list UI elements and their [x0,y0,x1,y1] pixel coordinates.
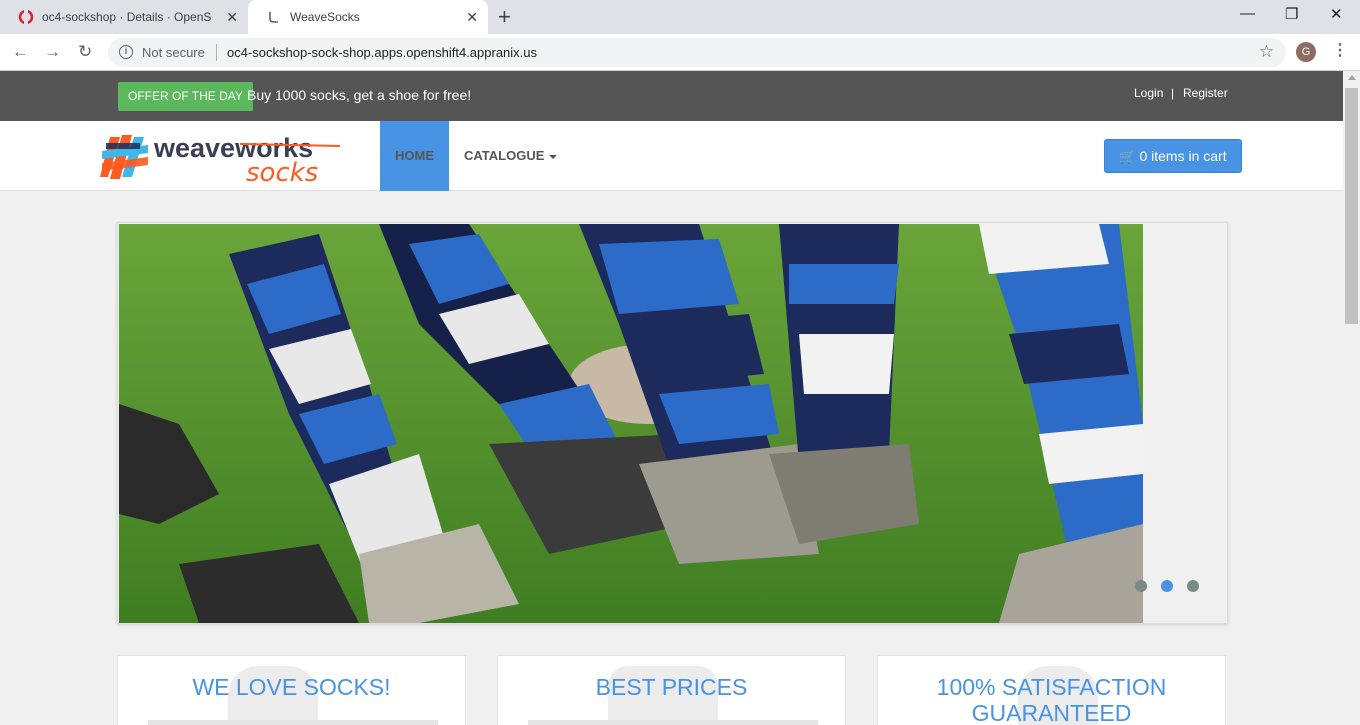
carousel-slide-image [119,224,1143,623]
loading-icon [266,9,282,25]
tab-weavesocks[interactable]: WeaveSocks ✕ [248,0,488,34]
link-divider: | [1171,86,1175,100]
carousel-indicator-3[interactable] [1187,580,1199,592]
reload-icon[interactable]: ↻ [78,42,92,62]
tab-title: WeaveSocks [290,10,360,24]
back-icon[interactable]: ← [12,42,29,62]
cart-label: 0 items in cart [1139,148,1227,164]
tab-title: oc4-sockshop · Details · OpenShi [42,10,212,24]
feature-box-satisfaction: 100% SATISFACTION GUARANTEED [877,655,1226,725]
logo-text-socks: socks [246,158,318,185]
bookmark-star-icon[interactable]: ☆ [1259,42,1274,62]
feature-box-love-socks: WE LOVE SOCKS! [117,655,466,725]
login-link[interactable]: Login [1134,86,1163,100]
page-scrollbar[interactable] [1343,71,1360,725]
feature-title: BEST PRICES [595,674,748,700]
carousel-indicator-1[interactable] [1135,580,1147,592]
nav-catalogue[interactable]: CATALOGUE [464,121,558,191]
url-text[interactable]: oc4-sockshop-sock-shop.apps.openshift4.a… [227,45,537,60]
menu-icon[interactable]: ⋮ [1332,40,1348,60]
offer-text: Buy 1000 socks, get a shoe for free! [247,87,472,103]
nav-catalogue-label: CATALOGUE [464,148,545,163]
tab-openshift[interactable]: oc4-sockshop · Details · OpenShi ✕ [0,0,248,34]
tab-strip: oc4-sockshop · Details · OpenShi ✕ Weave… [0,0,1360,34]
offer-badge[interactable]: OFFER OF THE DAY [118,82,253,111]
caret-down-icon [549,154,558,159]
info-icon[interactable]: i [119,45,133,59]
offer-bar: OFFER OF THE DAY Buy 1000 socks, get a s… [0,71,1343,121]
cart-icon: 🛒 [1119,149,1136,164]
scrollbar-thumb[interactable] [1345,88,1358,324]
feature-box-best-prices: BEST PRICES [497,655,846,725]
feature-title: 100% SATISFACTION GUARANTEED [936,674,1167,725]
feature-title: WE LOVE SOCKS! [192,674,391,700]
logo-mark-icon [100,135,148,179]
feature-text [528,720,818,725]
close-tab-icon[interactable]: ✕ [466,9,478,26]
restore-icon[interactable]: ❐ [1285,5,1298,23]
carousel-indicator-2[interactable] [1161,580,1173,592]
cart-button[interactable]: 🛒 0 items in cart [1104,139,1242,173]
main-navbar: weaveworks socks HOME CATALOGUE 🛒 0 item… [0,121,1343,191]
address-divider [216,44,217,61]
close-window-icon[interactable]: ✕ [1330,5,1343,23]
register-link[interactable]: Register [1183,86,1228,100]
weaveworks-socks-logo[interactable]: weaveworks socks [100,129,345,188]
minimize-icon[interactable]: — [1240,5,1255,22]
feature-text [148,720,438,725]
address-bar[interactable]: i Not secure oc4-sockshop-sock-shop.apps… [108,38,1286,67]
web-page: OFFER OF THE DAY Buy 1000 socks, get a s… [0,71,1343,725]
scroll-up-icon[interactable] [1348,75,1356,80]
browser-toolbar: ← → ↻ i Not secure oc4-sockshop-sock-sho… [0,34,1360,71]
new-tab-button[interactable]: + [498,4,511,30]
profile-avatar[interactable]: G [1296,42,1316,62]
hero-carousel[interactable] [117,222,1228,624]
openshift-icon [18,9,34,25]
forward-icon[interactable]: → [44,42,61,62]
nav-home[interactable]: HOME [380,121,449,191]
security-label[interactable]: Not secure [142,45,205,60]
close-tab-icon[interactable]: ✕ [226,9,238,26]
